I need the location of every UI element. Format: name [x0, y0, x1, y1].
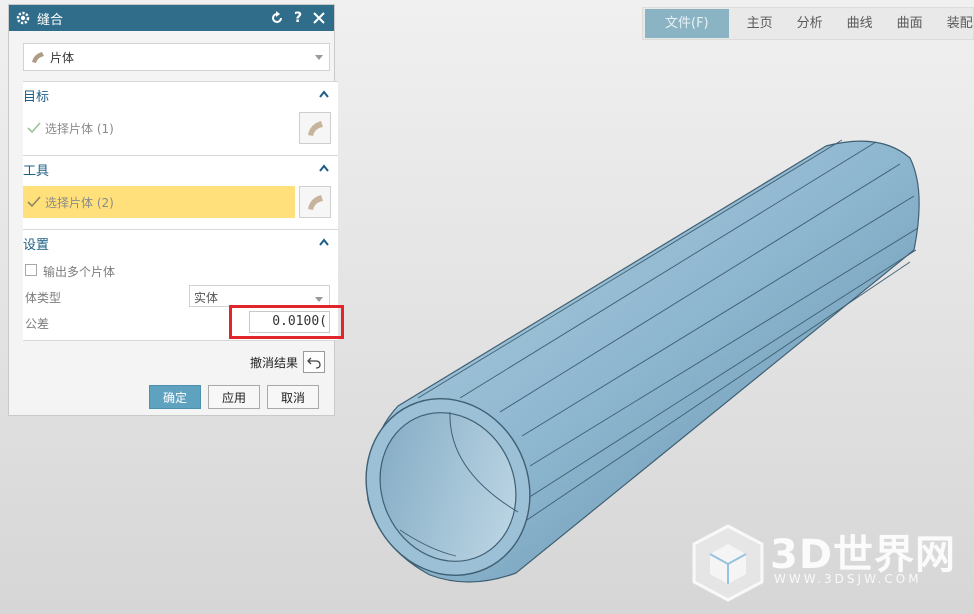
select-sheet-target[interactable]: 选择片体 (1)	[23, 112, 295, 144]
check-icon	[27, 196, 41, 208]
chevron-up-icon[interactable]	[318, 88, 330, 100]
type-select[interactable]: 片体	[23, 43, 330, 71]
tab-curve[interactable]: 曲线	[835, 9, 885, 38]
gear-icon	[16, 11, 30, 25]
watermark: 3D世界网 WWW.3DSJW.COM	[688, 522, 958, 602]
chevron-up-icon[interactable]	[318, 236, 330, 248]
section-target-header[interactable]: 目标	[23, 82, 338, 108]
multi-output-label: 输出多个片体	[43, 265, 116, 279]
sew-dialog: 缝合 ? 片体 目标 选择片体 (1) 工具 选择片体 (2) 设置 输出多个片…	[8, 4, 338, 416]
sheet-select-button[interactable]	[299, 112, 331, 144]
help-icon[interactable]: ?	[291, 11, 305, 25]
tab-analysis[interactable]: 分析	[785, 9, 835, 38]
sheet-icon	[308, 121, 323, 136]
chevron-down-icon	[315, 55, 323, 60]
ribbon-tab-bar: 文件(F) 主页 分析 曲线 曲面 装配	[642, 7, 974, 40]
section-tool: 工具 选择片体 (2)	[23, 155, 338, 229]
undo-icon	[307, 357, 321, 369]
select-sheet-target-label: 选择片体 (1)	[45, 121, 114, 136]
section-settings-title: 设置	[23, 237, 50, 253]
tab-home[interactable]: 主页	[735, 9, 785, 38]
select-sheet-tool-label: 选择片体 (2)	[45, 195, 114, 210]
section-tool-title: 工具	[23, 163, 50, 179]
body-type-select[interactable]: 实体	[189, 285, 330, 307]
type-select-value: 片体	[50, 50, 75, 65]
dialog-title: 缝合	[37, 12, 64, 28]
undo-result-label: 撤消结果	[249, 355, 298, 370]
tab-assembly[interactable]: 装配	[935, 9, 974, 38]
cancel-button[interactable]: 取消	[267, 385, 319, 409]
section-target-title: 目标	[23, 89, 50, 105]
dialog-titlebar[interactable]: 缝合 ?	[9, 5, 334, 31]
section-tool-header[interactable]: 工具	[23, 156, 338, 182]
select-sheet-tool[interactable]: 选择片体 (2)	[23, 186, 295, 218]
sheet-select-button[interactable]	[299, 186, 331, 218]
body-type-label: 体类型	[25, 291, 62, 305]
section-target: 目标 选择片体 (1)	[23, 81, 338, 155]
tab-surface[interactable]: 曲面	[885, 9, 935, 38]
tolerance-label: 公差	[25, 317, 50, 331]
chevron-up-icon[interactable]	[318, 162, 330, 174]
close-icon[interactable]	[312, 11, 326, 25]
check-icon	[27, 122, 41, 134]
chevron-down-icon	[315, 297, 323, 302]
cube-logo-icon	[692, 524, 764, 602]
undo-result: 撤消结果	[250, 351, 325, 373]
undo-button[interactable]	[303, 351, 325, 373]
tolerance-highlight-box	[229, 305, 344, 339]
section-settings-header[interactable]: 设置	[23, 230, 338, 256]
ok-button[interactable]: 确定	[149, 385, 201, 409]
watermark-url: WWW.3DSJW.COM	[774, 572, 922, 586]
reset-icon[interactable]	[270, 11, 284, 25]
tab-file[interactable]: 文件(F)	[645, 9, 729, 38]
sheet-icon	[308, 195, 323, 210]
body-type-value: 实体	[194, 291, 219, 305]
apply-button[interactable]: 应用	[208, 385, 260, 409]
multi-output-checkbox[interactable]	[25, 264, 37, 276]
sheet-icon	[32, 52, 44, 63]
